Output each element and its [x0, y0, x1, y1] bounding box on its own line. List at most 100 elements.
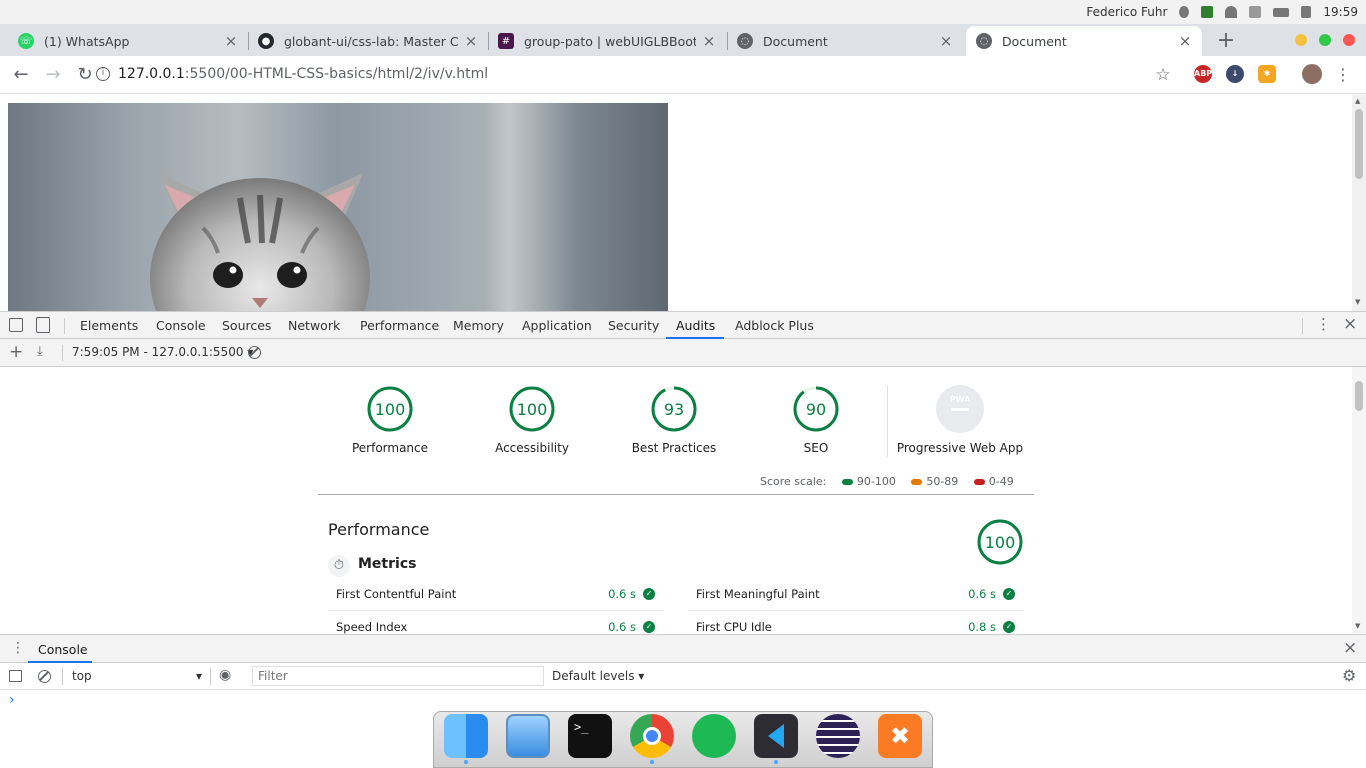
clear-console-icon[interactable] [38, 670, 51, 683]
vscode-icon[interactable] [754, 714, 798, 758]
terminal-icon[interactable]: >_ [568, 714, 612, 758]
gauge-pwa[interactable]: PWA Progressive Web App [890, 385, 1030, 455]
shield-icon[interactable] [1201, 6, 1214, 18]
report-selector[interactable]: 7:59:05 PM - 127.0.0.1:5500 ▾ [72, 345, 253, 359]
inspect-element-icon[interactable] [9, 318, 23, 332]
close-icon[interactable]: × [1178, 32, 1192, 50]
audit-scrollbar[interactable]: ▼ [1352, 367, 1366, 634]
tab-console[interactable]: Console [156, 318, 206, 333]
pwa-badge-text: PWA [949, 395, 971, 404]
score-range-fail: 0-49 [988, 475, 1014, 488]
performance-score-gauge[interactable]: 100 [976, 518, 1024, 566]
page-scrollbar[interactable]: ▲ ▼ [1352, 95, 1366, 311]
close-devtools-icon[interactable]: × [1343, 314, 1357, 334]
reload-button[interactable]: ↻ [72, 62, 98, 88]
browser-menu-icon[interactable]: ⋮ [1330, 62, 1356, 88]
metric-name: First CPU Idle [696, 620, 772, 634]
sidebar-toggle-icon[interactable] [9, 670, 22, 682]
eye-icon[interactable]: ◉ [219, 667, 231, 683]
info-icon[interactable]: i [96, 67, 110, 81]
console-filter-input[interactable] [252, 666, 544, 686]
github-icon: ● [258, 33, 274, 49]
tab-security[interactable]: Security [608, 318, 659, 333]
tab-sources[interactable]: Sources [222, 318, 271, 333]
avatar[interactable] [1302, 64, 1322, 84]
log-levels-label: Default levels [552, 669, 635, 683]
spotify-icon[interactable] [692, 714, 736, 758]
close-icon[interactable]: × [464, 32, 478, 50]
bookmark-star-icon[interactable]: ☆ [1150, 62, 1176, 88]
gauge-seo[interactable]: 90 SEO [746, 385, 886, 455]
download-report-icon[interactable]: ⤓ [37, 344, 43, 359]
maximize-window-button[interactable] [1319, 34, 1331, 46]
tab-application[interactable]: Application [522, 318, 592, 333]
browser-tab-github[interactable]: ● globant-ui/css-lab: Master CSS × [248, 26, 488, 56]
address-bar[interactable]: 127.0.0.1:5500/00-HTML-CSS-basics/html/2… [118, 66, 488, 82]
console-prompt[interactable]: › [9, 692, 15, 708]
close-window-button[interactable] [1343, 34, 1355, 46]
tab-console-drawer[interactable]: Console [38, 642, 88, 657]
browser-tab-document-1[interactable]: ◌ Document × [727, 26, 963, 56]
report-selector-label: 7:59:05 PM - 127.0.0.1:5500 [72, 345, 244, 359]
close-icon[interactable]: × [939, 32, 953, 50]
battery-icon[interactable] [1273, 7, 1290, 17]
page-scrollbar-thumb[interactable] [1355, 109, 1363, 179]
close-icon[interactable]: × [702, 32, 716, 50]
tab-performance[interactable]: Performance [360, 318, 439, 333]
clear-all-icon[interactable] [248, 346, 261, 359]
bluetooth-icon[interactable] [1179, 6, 1190, 18]
chrome-icon[interactable] [630, 714, 674, 758]
gauge-performance[interactable]: 100 Performance [320, 385, 460, 455]
system-user-name[interactable]: Federico Fuhr [1086, 5, 1167, 19]
new-tab-button[interactable]: + [1214, 28, 1238, 53]
slack-icon: # [498, 33, 514, 49]
xampp-icon[interactable]: ✖ [878, 714, 922, 758]
adblock-plus-icon[interactable]: ABP [1194, 65, 1212, 83]
average-dot-icon [911, 479, 923, 485]
files-icon[interactable] [506, 714, 550, 758]
gauge-best-practices[interactable]: 93 Best Practices [604, 385, 744, 455]
system-clock[interactable]: 19:59 [1323, 5, 1358, 19]
console-settings-gear-icon[interactable]: ⚙ [1342, 666, 1356, 685]
log-levels-dropdown[interactable]: Default levels ▾ [552, 669, 644, 683]
volume-icon[interactable] [1301, 6, 1312, 18]
context-selector[interactable]: top ▾ [72, 669, 202, 683]
new-audit-icon[interactable]: + [9, 342, 23, 362]
gauge-score: 93 [663, 400, 685, 419]
devtools-tab-bar: Elements Console Sources Network Perform… [0, 311, 1366, 339]
system-bar: Federico Fuhr 19:59 [0, 0, 1366, 24]
metric-name: First Meaningful Paint [696, 587, 820, 601]
stopwatch-icon: ⏱ [328, 555, 350, 577]
kitten-image [8, 103, 668, 311]
tab-title: group-pato | webUIGLBBootca [524, 33, 696, 49]
back-button[interactable]: ← [8, 62, 34, 88]
browser-tab-document-active[interactable]: ◌ Document × [966, 26, 1202, 56]
tab-audits[interactable]: Audits [676, 318, 715, 333]
audit-scrollbar-thumb[interactable] [1355, 381, 1363, 411]
eclipse-icon[interactable] [816, 714, 860, 758]
browser-tab-whatsapp[interactable]: ☏ (1) WhatsApp × [8, 26, 248, 56]
tab-adblock-plus[interactable]: Adblock Plus [735, 318, 814, 333]
minimize-window-button[interactable] [1295, 34, 1307, 46]
whatsapp-icon: ☏ [18, 33, 34, 49]
metric-value: 0.8 s [968, 620, 996, 634]
wifi-icon[interactable] [1225, 6, 1238, 18]
score-scale: Score scale: 90-100 50-89 0-49 [760, 475, 1014, 488]
download-extension-icon[interactable]: ↓ [1226, 65, 1244, 83]
finder-icon[interactable] [444, 714, 488, 758]
metric-name: First Contentful Paint [336, 587, 457, 601]
devtools-menu-icon[interactable]: ⋮ [1316, 315, 1331, 333]
tab-network[interactable]: Network [288, 318, 340, 333]
browser-tab-slack[interactable]: # group-pato | webUIGLBBootca × [488, 26, 726, 56]
tab-elements[interactable]: Elements [80, 318, 138, 333]
forward-button[interactable]: → [40, 62, 66, 88]
drawer-menu-icon[interactable]: ⋮ [11, 640, 25, 656]
close-drawer-icon[interactable]: × [1343, 638, 1357, 658]
gear-extension-icon[interactable]: ✱ [1258, 65, 1276, 83]
close-icon[interactable]: × [224, 32, 238, 50]
bell-icon[interactable] [1249, 6, 1262, 18]
tab-memory[interactable]: Memory [453, 318, 504, 333]
gauge-accessibility[interactable]: 100 Accessibility [462, 385, 602, 455]
chevron-down-icon: ▾ [638, 669, 645, 683]
device-toolbar-icon[interactable] [36, 317, 50, 333]
